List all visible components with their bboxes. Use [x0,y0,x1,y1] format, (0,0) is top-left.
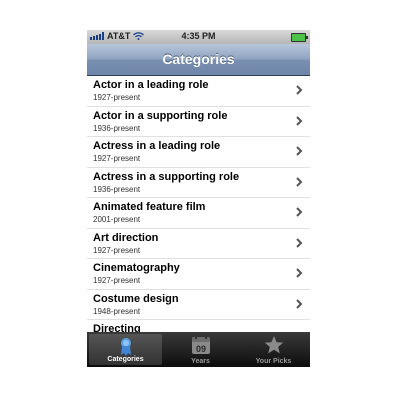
list-item[interactable]: Actress in a leading role 1927-present [87,137,310,168]
clock: 4:35 PM [181,31,216,41]
row-title: Actor in a leading role [93,79,209,91]
star-icon [264,336,283,354]
chevron-right-icon [296,146,303,156]
chevron-right-icon [296,298,303,309]
row-title: Animated feature film [93,201,206,213]
phone-screen: AT&T 4:35 PM Categories Actor in a leadi… [87,30,310,367]
chevron-right-icon [296,207,303,217]
ribbon-icon [120,338,131,356]
chevron-right-icon [296,115,303,126]
navigation-bar: Categories [87,44,310,76]
row-subtitle: 1936-present [93,184,141,194]
tab-bar: Categories 09 Years Your Picks [87,332,310,367]
tab-label: Years [191,358,210,365]
list-item[interactable]: Cinematography 1927-present [87,259,310,290]
row-subtitle: 1927-present [93,93,141,102]
calendar-icon: 09 [191,337,210,354]
list-item[interactable]: Actress in a supporting role 1936-presen… [87,168,310,198]
row-subtitle: 1927-present [93,276,141,285]
status-bar: AT&T 4:35 PM [87,30,310,44]
row-subtitle: 2001-present [93,215,141,224]
list-item[interactable]: Actor in a supporting role 1936-present [87,107,310,137]
tab-categories[interactable]: Categories [89,334,162,365]
calendar-date: 09 [195,344,205,354]
page-title: Categories [162,51,235,67]
row-title: Actress in a supporting role [93,170,240,183]
list-item[interactable]: Animated feature film 2001-present [87,198,310,229]
row-subtitle: 1948-present [93,306,141,316]
row-title: Actor in a supporting role [93,109,228,122]
chevron-right-icon [296,237,303,248]
row-subtitle: 1927-present [93,154,141,163]
row-title: Actress in a leading role [93,140,221,152]
category-list[interactable]: Actor in a leading role 1927-present Act… [87,76,310,336]
row-subtitle: 1936-present [93,123,141,133]
row-subtitle: 1927-present [93,245,141,255]
tab-label: Categories [107,356,144,363]
battery-icon [291,33,308,42]
row-title: Costume design [93,292,179,305]
list-item[interactable]: Art direction 1927-present [87,229,310,259]
tab-label: Your Picks [255,358,292,365]
list-item[interactable]: Actor in a leading role 1927-present [87,76,310,107]
tab-your-picks[interactable]: Your Picks [237,332,310,367]
row-title: Art direction [93,231,159,244]
chevron-right-icon [296,85,303,95]
tab-years[interactable]: 09 Years [164,332,237,367]
row-title: Cinematography [93,262,180,274]
list-item[interactable]: Costume design 1948-present [87,290,310,320]
chevron-right-icon [296,176,303,187]
chevron-right-icon [296,268,303,278]
